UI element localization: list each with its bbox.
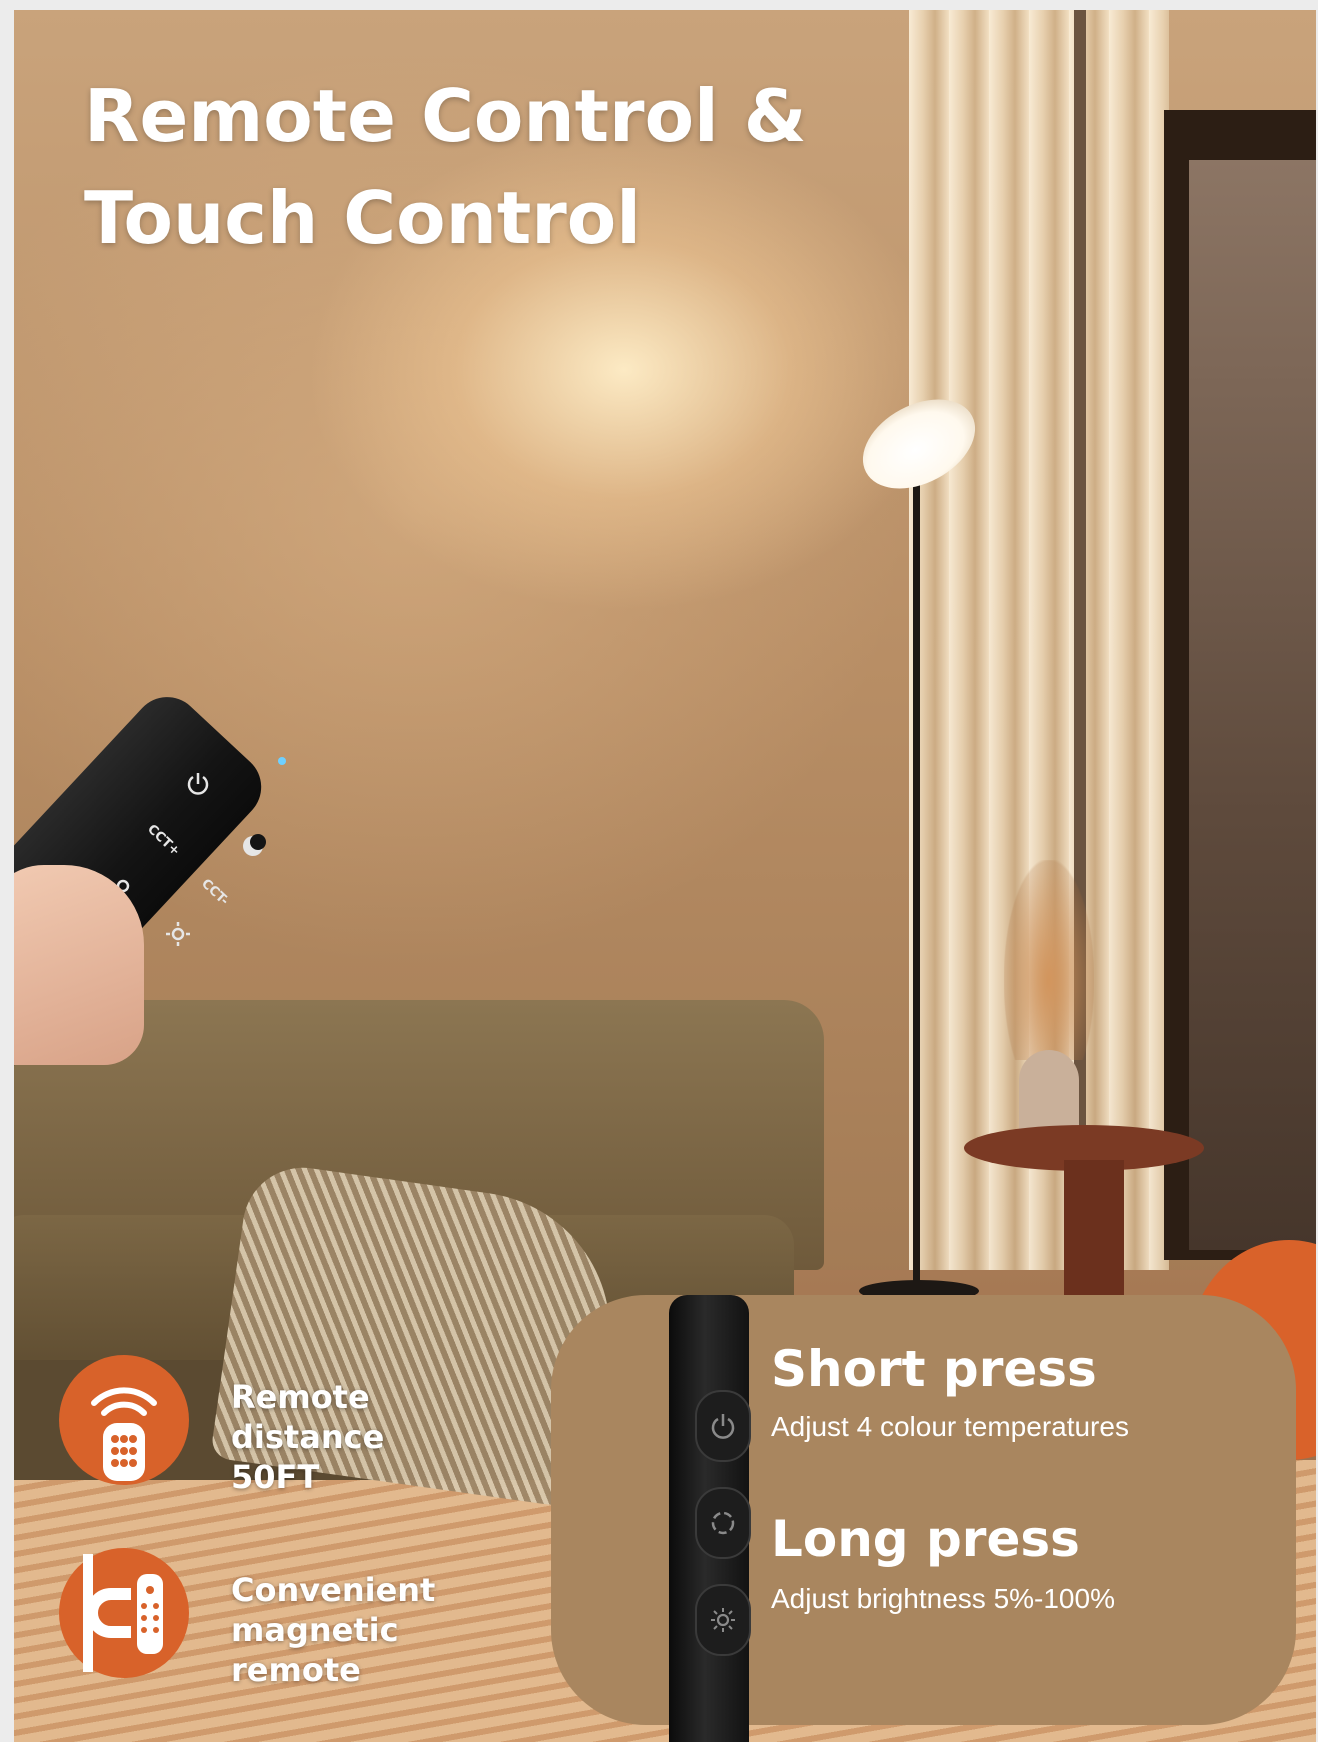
headline: Remote Control & Touch Control	[84, 65, 807, 269]
touch-brightness-button	[695, 1584, 751, 1656]
feature-line-2: 50FT	[231, 1458, 320, 1496]
pampas-grass	[1004, 860, 1094, 1060]
long-press-description: Adjust brightness 5%-100%	[771, 1583, 1115, 1614]
short-press-title: Short press	[771, 1340, 1097, 1398]
magnet-remote-icon	[59, 1548, 189, 1678]
product-image: CCT+ CCT- Remote Control & Touch Control…	[14, 10, 1316, 1742]
touch-cycle-button	[695, 1487, 751, 1559]
brightness-icon	[166, 922, 190, 946]
night-mode-icon	[243, 834, 266, 856]
feature-label: Remote distance 50FT	[231, 1377, 531, 1497]
feature-label: Convenient magnetic remote	[231, 1570, 531, 1690]
remote-wifi-icon	[59, 1355, 189, 1485]
power-icon	[711, 1414, 735, 1439]
brightness-icon	[711, 1608, 735, 1632]
touch-power-button	[695, 1390, 751, 1462]
feature-line-1: Convenient	[231, 1571, 436, 1609]
side-table-leg	[1064, 1160, 1124, 1310]
feature-remote-distance: Remote distance 50FT	[59, 1355, 539, 1497]
feature-magnetic-remote: Convenient magnetic remote	[59, 1548, 539, 1690]
door-glass	[1189, 160, 1316, 1250]
feature-line-1: Remote distance	[231, 1378, 385, 1456]
remote-led-indicator	[278, 757, 286, 765]
headline-line-2: Touch Control	[84, 176, 641, 260]
cycle-icon	[711, 1511, 735, 1535]
feature-line-2: magnetic remote	[231, 1611, 399, 1689]
floor-lamp-pole	[913, 480, 920, 1290]
power-icon	[187, 773, 209, 795]
headline-line-1: Remote Control &	[84, 74, 807, 158]
long-press-title: Long press	[771, 1510, 1080, 1568]
hand	[14, 865, 144, 1065]
short-press-description: Adjust 4 colour temperatures	[771, 1411, 1129, 1442]
